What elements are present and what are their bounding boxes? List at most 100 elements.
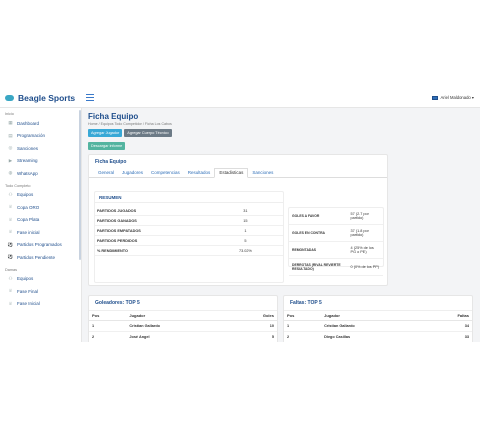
sidebar-item[interactable]: ♕ Copa ORO (0, 201, 81, 214)
breadcrumb[interactable]: Home / Equipos Todo Competidor / Ficha L… (88, 122, 480, 126)
download-report-button[interactable]: Descargar informe (88, 142, 126, 150)
tab-resultados[interactable]: Resultados (184, 170, 215, 177)
sidebar-item[interactable]: ⚽ Partidos Programados (0, 239, 81, 252)
sidebar-item[interactable]: ♕ Fase inicial (0, 226, 81, 239)
table-cell: 2 (284, 331, 322, 342)
stat-row: GOLES EN CONTRA 37 (1.8 por partido) (289, 224, 383, 242)
sidebar-item-label: Copa Plata (17, 217, 40, 223)
faltas-card: Faltas: TOP 5 Pos Jugador Faltas 1 Cristian … (283, 295, 473, 342)
sidebar-item[interactable]: ▤ Programación (0, 130, 81, 143)
resumen-panel: RESUMEN PARTIDOS JUGADOS 31 PARTIDOS GANAD… (94, 191, 284, 283)
table-cell: 2 (89, 331, 127, 342)
trophy-icon: ♕ (8, 216, 13, 222)
sidebar-scrollbar[interactable] (79, 110, 81, 260)
sidebar-item-label: Partidos Programados (17, 242, 62, 248)
table-row: 2 Diego Casillas 33 (284, 331, 472, 342)
sidebar-item-label: Fase Inicial (17, 301, 40, 307)
sidebar-section-title: Todo Completo (5, 183, 31, 188)
stat-value: 1 (207, 225, 283, 236)
trophy-icon: ♕ (8, 288, 13, 294)
stat-row: PARTIDOS PERDIDOS 5 (95, 235, 283, 246)
sidebar-item[interactable]: ♕ Fase Inicial (0, 298, 81, 311)
brand[interactable]: Beagle Sports (0, 93, 82, 103)
tab-bar: General Jugadores Competencias Resultados Es… (89, 168, 387, 178)
stat-value: 4 (25% de los PG o PE) (347, 241, 383, 259)
sidebar-item[interactable]: ⚽ Partidos Pendiente (0, 251, 81, 264)
sidebar-item-label: Fase inicial (17, 229, 40, 235)
column-header[interactable]: Pos (284, 311, 322, 321)
sidebar: Inicio ▦ Dashboard ▤ Programación ◎ Sanciones ▶… (0, 108, 82, 342)
resumen-title: RESUMEN (95, 192, 283, 203)
stat-label: % RENDIMIENTO (95, 245, 208, 256)
tab-competencias[interactable]: Competencias (147, 170, 184, 177)
sidebar-item[interactable]: ♕ Fase Final (0, 285, 81, 298)
menu-toggle-icon[interactable] (86, 94, 94, 101)
table-cell: Cristian Gallardo (126, 320, 229, 332)
whatsapp-icon: ◍ (8, 170, 13, 176)
add-player-button[interactable]: Agregar Jugador (88, 129, 123, 137)
column-header[interactable]: Goles (228, 311, 277, 321)
sidebar-item-label: Sanciones (17, 145, 39, 151)
stat-label: PARTIDOS GANADOS (95, 215, 208, 226)
tab-jugadores[interactable]: Jugadores (118, 170, 147, 177)
stat-value: 73.02% (207, 245, 283, 256)
sidebar-item-label: Equipos (17, 276, 34, 282)
stat-row: PARTIDOS GANADOS 15 (95, 215, 283, 226)
brand-name: Beagle Sports (18, 92, 76, 103)
column-header[interactable]: Jugador (126, 311, 229, 321)
trophy-icon: ♕ (8, 229, 13, 235)
sidebar-item[interactable]: ▶ Streaming (0, 155, 81, 168)
stat-value: 37 (1.8 por partido) (347, 224, 383, 242)
ficha-card: Ficha Equipo General Jugadores Competencia… (88, 154, 388, 286)
column-header[interactable]: Jugador (321, 311, 424, 321)
sidebar-item-label: Streaming (17, 158, 38, 164)
ball-icon: ⚽ (7, 254, 14, 260)
sidebar-item-label: WhatsApp (17, 170, 38, 176)
sidebar-item[interactable]: ◍ WhatsApp (0, 167, 81, 180)
beagle-logo-icon (5, 94, 14, 101)
table-cell: 33 (423, 331, 472, 342)
table-cell: Cristian Gallardo (321, 320, 424, 332)
trophy-icon: ♕ (8, 204, 13, 210)
column-header[interactable]: Faltas (423, 311, 472, 321)
team-icon: ⚇ (8, 191, 13, 197)
tab-estadisticas[interactable]: Estadisticas (214, 168, 249, 178)
stat-value: 0 (0% de los PP) (347, 258, 383, 276)
main-content: Ficha Equipo Home / Equipos Todo Competi… (88, 108, 480, 342)
sidebar-item[interactable]: ◎ Sanciones (0, 142, 81, 155)
page-title: Ficha Equipo (88, 112, 139, 121)
sidebar-item-label: Copa ORO (17, 204, 40, 210)
sidebar-item[interactable]: ▦ Dashboard (0, 117, 81, 130)
sanction-icon: ◎ (8, 145, 13, 151)
user-menu[interactable]: Ariel Maldonado ▾ (432, 95, 474, 100)
table-cell: 5 (228, 331, 277, 342)
stat-label: PARTIDOS PERDIDOS (95, 235, 208, 246)
goleadores-card: Goleadores: TOP 5 Pos Jugador Goles 1 Cristi… (88, 295, 278, 342)
stat-value: 31 (207, 206, 283, 216)
add-staff-button[interactable]: Agregar Cuerpo Técnico (124, 129, 172, 137)
sidebar-item-label: Partidos Pendiente (17, 254, 56, 260)
stat-row: % RENDIMIENTO 73.02% (95, 245, 283, 256)
table-row: 1 Cristian Gallardo 10 (89, 320, 277, 332)
stat-label: DERROTAS (RIVAL REVIERTE RESULTADO) (289, 258, 348, 276)
dashboard-icon: ▦ (8, 120, 13, 126)
tab-sanciones[interactable]: Sanciones (248, 170, 277, 177)
app-window: Beagle Sports Ariel Maldonado ▾ Inicio ▦ D… (0, 88, 480, 342)
stat-row: PARTIDOS EMPATADOS 1 (95, 225, 283, 236)
trophy-icon: ♕ (8, 300, 13, 306)
sidebar-item[interactable]: ⚇ Equipos (0, 189, 81, 202)
stat-row: GOLES A FAVOR 57 (2.7 por partido) (289, 208, 383, 225)
column-header[interactable]: Pos (89, 311, 127, 321)
stream-icon: ▶ (8, 157, 13, 163)
table-row: 2 José Angel 5 (89, 331, 277, 342)
ball-icon: ⚽ (7, 241, 14, 247)
top-bar: Beagle Sports Ariel Maldonado ▾ (0, 88, 480, 108)
goleadores-title: Goleadores: TOP 5 (89, 296, 277, 311)
table-cell: 34 (423, 320, 472, 332)
sidebar-item[interactable]: ⚇ Equipos (0, 273, 81, 286)
sidebar-item[interactable]: ♕ Copa Plata (0, 214, 81, 227)
tab-general[interactable]: General (94, 170, 118, 177)
sidebar-item-label: Programación (17, 133, 46, 139)
sidebar-item-label: Fase Final (17, 288, 39, 294)
stat-label: GOLES A FAVOR (289, 208, 348, 225)
